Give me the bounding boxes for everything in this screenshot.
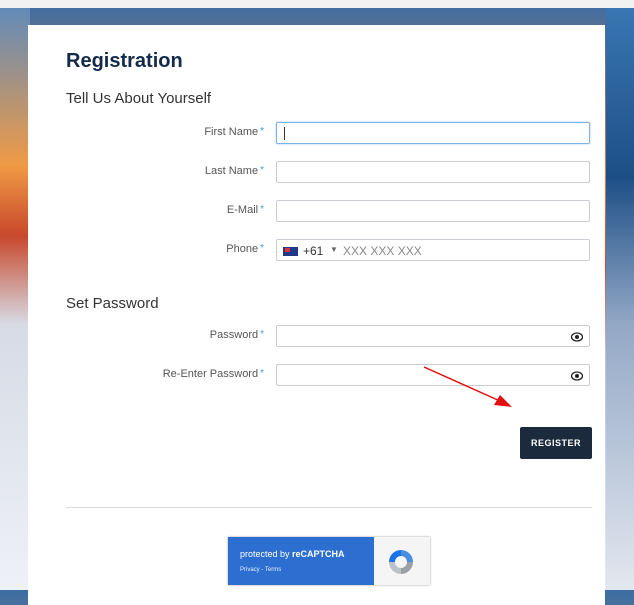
required-marker: * — [260, 329, 264, 340]
password-field[interactable] — [276, 325, 590, 347]
recaptcha-links[interactable]: Privacy - Terms — [240, 567, 281, 573]
recaptcha-logo-icon — [389, 550, 413, 574]
required-marker: * — [260, 204, 264, 215]
red-arrow-annotation — [423, 366, 512, 407]
required-marker: * — [260, 165, 264, 176]
password-label: Password * — [209, 329, 264, 341]
phone-placeholder: XXX XXX XXX — [343, 244, 422, 258]
last-name-label: Last Name * — [204, 165, 264, 177]
first-name-field[interactable] — [276, 122, 590, 144]
reenter-password-label: Re-Enter Password * — [162, 368, 264, 380]
recaptcha-text: protected by reCAPTCHA — [240, 549, 345, 559]
background-right — [606, 0, 634, 590]
phone-field[interactable]: +61 ▼ XXX XXX XXX — [276, 239, 590, 261]
email-field[interactable] — [276, 200, 590, 222]
required-marker: * — [260, 243, 264, 254]
recaptcha-label-panel: protected by reCAPTCHA Privacy - Terms — [228, 537, 374, 585]
email-label: E-Mail * — [226, 204, 264, 216]
section-heading-password: Set Password — [66, 295, 159, 312]
background-left — [0, 0, 30, 590]
last-name-field[interactable] — [276, 161, 590, 183]
text-caret — [284, 127, 285, 140]
register-button[interactable]: REGISTER — [520, 427, 592, 459]
divider — [66, 507, 592, 508]
top-bar — [0, 0, 634, 8]
required-marker: * — [260, 126, 264, 137]
section-heading-about: Tell Us About Yourself — [66, 90, 212, 107]
country-code[interactable]: +61 — [303, 244, 323, 258]
eye-icon[interactable] — [571, 370, 583, 382]
registration-card: Registration Tell Us About Yourself Firs… — [28, 25, 605, 605]
required-marker: * — [260, 368, 264, 379]
eye-icon[interactable] — [571, 331, 583, 343]
recaptcha-badge[interactable]: protected by reCAPTCHA Privacy - Terms — [228, 537, 430, 585]
first-name-label: First Name * — [204, 126, 264, 138]
australia-flag-icon[interactable] — [283, 247, 298, 256]
phone-label: Phone * — [226, 243, 264, 255]
chevron-down-icon[interactable]: ▼ — [330, 245, 338, 254]
page-title: Registration — [66, 50, 183, 72]
